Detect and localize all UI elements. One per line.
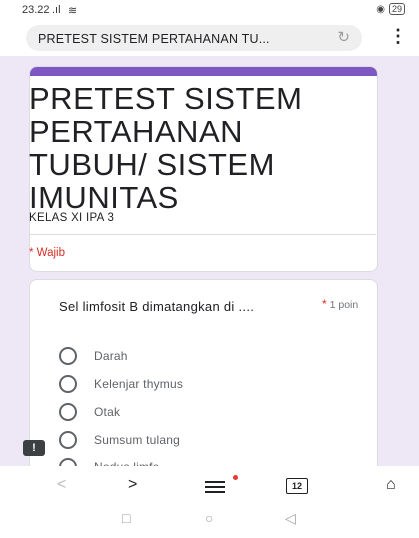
radio-icon[interactable] <box>59 403 77 421</box>
option-darah[interactable]: Darah <box>59 347 128 365</box>
option-label: Kelenjar thymus <box>94 377 184 391</box>
radio-icon[interactable] <box>59 375 77 393</box>
status-time: 23.22 <box>22 4 50 16</box>
radio-icon[interactable] <box>59 431 77 449</box>
radio-icon[interactable] <box>59 347 77 365</box>
home-icon[interactable]: ⌂ <box>386 476 396 494</box>
required-note: * Wajib <box>29 247 65 259</box>
wifi-icon: ≋ <box>68 5 78 17</box>
question-text: Sel limfosit B dimatangkan di .... <box>59 299 255 314</box>
forward-button[interactable]: > <box>128 476 137 494</box>
back-button[interactable]: < <box>57 476 66 494</box>
recents-icon[interactable]: □ <box>122 510 130 526</box>
option-otak[interactable]: Otak <box>59 403 120 421</box>
system-home-icon[interactable]: ○ <box>205 510 213 526</box>
option-kelenjar-thymus[interactable]: Kelenjar thymus <box>59 375 183 393</box>
feedback-icon[interactable]: ! <box>23 440 45 456</box>
form-description: KELAS XI IPA 3 <box>29 212 115 224</box>
signal-icon: .ıl <box>52 4 61 16</box>
option-label: Darah <box>94 349 128 363</box>
header-divider <box>30 234 376 235</box>
menu-icon[interactable] <box>205 481 225 496</box>
question-points: * 1 poin <box>322 297 358 311</box>
alarm-icon: ◉ <box>376 3 385 15</box>
option-label: Sumsum tulang <box>94 433 180 447</box>
option-sumsum-tulang[interactable]: Sumsum tulang <box>59 431 180 449</box>
points-label: 1 poin <box>329 299 359 311</box>
required-star: * <box>322 297 327 311</box>
bottom-navbar: < > 12 ⌂ □ ○ ◁ <box>0 466 419 538</box>
tabs-icon[interactable]: 12 <box>286 478 308 494</box>
option-label: Otak <box>94 405 121 419</box>
form-accent-bar <box>30 67 377 76</box>
more-vert-icon[interactable]: ⋮ <box>389 26 407 47</box>
address-bar-text: PRETEST SISTEM PERTAHANAN TU... <box>38 32 270 46</box>
notification-dot <box>233 475 238 480</box>
browser-toolbar: PRETEST SISTEM PERTAHANAN TU... ↻ ⋮ <box>0 20 419 56</box>
battery-icon: 29 <box>388 3 405 15</box>
system-back-icon[interactable]: ◁ <box>285 510 296 527</box>
address-bar[interactable]: PRETEST SISTEM PERTAHANAN TU... ↻ <box>26 25 362 51</box>
status-bar: 23.22 .ıl ≋ ◉ 29 <box>0 0 419 20</box>
form-title: PRETEST SISTEM PERTAHANAN TUBUH/ SISTEM … <box>29 81 303 215</box>
reload-icon[interactable]: ↻ <box>337 28 350 46</box>
